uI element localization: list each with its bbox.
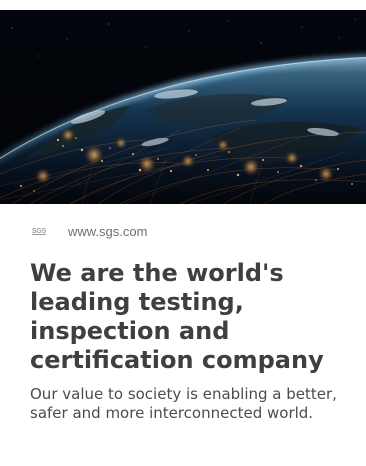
link-preview-card[interactable]: SGS www.sgs.com We are the world's leadi… — [0, 0, 366, 466]
article-description: Our value to society is enabling a bette… — [30, 385, 337, 422]
article-headline: We are the world's leading testing, insp… — [30, 259, 324, 374]
source-row: SGS www.sgs.com — [30, 222, 148, 240]
source-domain: www.sgs.com — [68, 223, 148, 239]
earth-at-night-image — [0, 10, 366, 204]
sgs-logo-text: SGS — [31, 227, 47, 235]
hero-image-earth-at-night — [0, 10, 366, 204]
sgs-logo-icon: SGS — [30, 225, 48, 237]
